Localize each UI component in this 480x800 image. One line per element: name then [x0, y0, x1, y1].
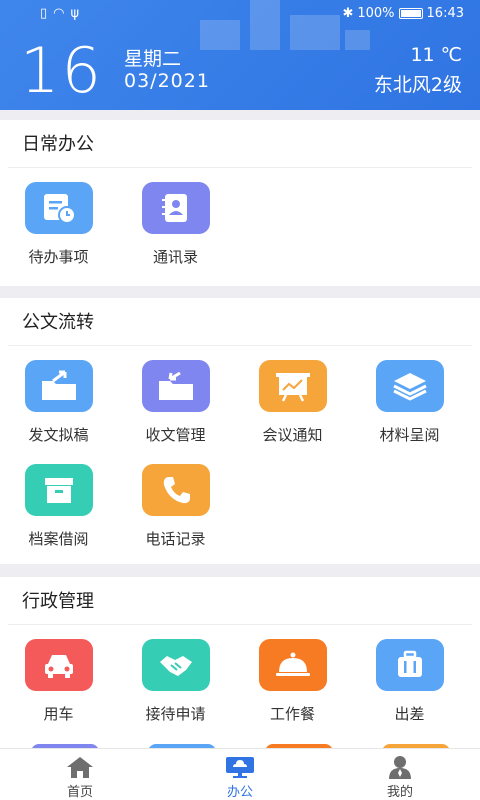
month-year: 03/2021 [124, 70, 210, 92]
contacts-icon [141, 182, 210, 234]
app-meeting[interactable]: 会议通知 [234, 360, 351, 464]
phone-icon [141, 464, 210, 516]
app-label: 工作餐 [269, 705, 315, 723]
app-draft[interactable]: 发文拟稿 [0, 360, 117, 464]
header: ▯ ◠ ψ ✱ 100% 16:43 16 星期二 03/2021 11 ℃ 东… [0, 0, 480, 110]
section-admin: 行政管理 用车 接待申请 工作餐 出差 [0, 577, 480, 749]
bottom-tab-bar: 首页 办公 我的 [0, 748, 480, 800]
tab-office[interactable]: 办公 [160, 749, 320, 800]
todo-icon [24, 182, 93, 234]
presentation-board-icon [258, 360, 327, 412]
section-title: 公文流转 [8, 298, 472, 346]
usb-icon: ψ [70, 6, 80, 21]
app-phone-log[interactable]: 电话记录 [117, 464, 234, 568]
handshake-icon [141, 639, 210, 691]
app-label: 材料呈阅 [379, 426, 440, 444]
home-icon [67, 757, 93, 778]
temperature: 11 ℃ [410, 44, 462, 66]
app-label: 接待申请 [145, 705, 206, 723]
app-archive[interactable]: 档案借阅 [0, 464, 117, 568]
dish-cover-icon [258, 639, 327, 691]
app-label: 会议通知 [262, 426, 323, 444]
user-icon [389, 756, 411, 779]
battery-percent: 100% [357, 6, 395, 21]
app-label: 收文管理 [145, 426, 206, 444]
battery-icon [398, 8, 423, 19]
app-label: 待办事项 [28, 248, 89, 266]
app-business-trip[interactable]: 出差 [351, 639, 468, 743]
folder-receive-icon [141, 360, 210, 412]
layers-icon [375, 360, 444, 412]
tab-label: 首页 [66, 785, 93, 800]
status-bar: ▯ ◠ ψ ✱ 100% 16:43 [0, 0, 480, 28]
tab-label: 办公 [226, 785, 253, 800]
app-label: 发文拟稿 [28, 426, 89, 444]
tab-home[interactable]: 首页 [0, 749, 160, 800]
section-daily: 日常办公 待办事项 通讯录 [0, 120, 480, 286]
app-label: 出差 [394, 705, 425, 723]
app-materials[interactable]: 材料呈阅 [351, 360, 468, 464]
sim-icon: ▯ [40, 6, 48, 21]
app-car[interactable]: 用车 [0, 639, 117, 743]
wind: 东北风2级 [373, 74, 462, 96]
app-label: 档案借阅 [28, 530, 89, 548]
app-label: 用车 [43, 705, 74, 723]
section-title: 行政管理 [8, 577, 472, 625]
app-label: 电话记录 [145, 530, 206, 548]
bluetooth-icon: ✱ [342, 6, 354, 21]
section-title: 日常办公 [8, 120, 472, 168]
monitor-icon [226, 757, 254, 778]
date-day: 16 [20, 34, 103, 107]
wifi-icon: ◠ [53, 6, 65, 21]
status-right: ✱ 100% 16:43 [342, 6, 464, 21]
status-left-icons: ▯ ◠ ψ [40, 6, 79, 21]
car-icon [24, 639, 93, 691]
app-receive[interactable]: 收文管理 [117, 360, 234, 464]
tab-label: 我的 [386, 785, 413, 800]
section-docs: 公文流转 发文拟稿 收文管理 会议通知 材料呈阅 档案借阅 电话记录 [0, 298, 480, 564]
app-contacts[interactable]: 通讯录 [117, 182, 234, 286]
app-meal[interactable]: 工作餐 [234, 639, 351, 743]
tab-mine[interactable]: 我的 [320, 749, 480, 800]
folder-send-icon [24, 360, 93, 412]
app-todo[interactable]: 待办事项 [0, 182, 117, 286]
suitcase-icon [375, 639, 444, 691]
weekday: 星期二 [124, 48, 182, 70]
archive-box-icon [24, 464, 93, 516]
app-label: 通讯录 [152, 248, 198, 266]
clock: 16:43 [426, 6, 464, 21]
app-reception[interactable]: 接待申请 [117, 639, 234, 743]
